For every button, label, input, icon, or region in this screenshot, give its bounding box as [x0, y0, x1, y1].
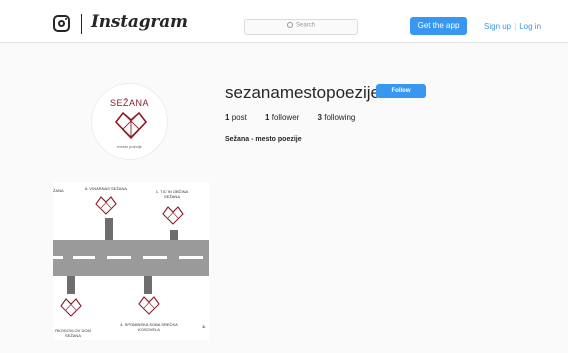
- search-placeholder: Search: [295, 22, 315, 29]
- search-input[interactable]: Search: [244, 19, 358, 35]
- avatar-subtitle: mesto poezije: [117, 144, 142, 149]
- followers-stat[interactable]: 1 follower: [265, 113, 299, 122]
- profile-avatar[interactable]: SEŽANA mesto poezije: [91, 83, 168, 160]
- road-stripe: [179, 256, 203, 259]
- heart-marker-icon: [138, 296, 160, 315]
- auth-divider: |: [514, 22, 517, 31]
- post-label: 4. SPOMINSKA SOBA SREČKA KOSOVELA: [120, 322, 178, 332]
- search-icon: [286, 22, 293, 28]
- profile-stats: 1 post 1 follower 3 following: [225, 113, 371, 122]
- login-link[interactable]: Log in: [519, 22, 541, 31]
- profile-full-name: Sežana - mesto poezije: [225, 136, 302, 143]
- post-label: 8. VINARNAS SEŽANA: [84, 186, 127, 191]
- get-the-app-button[interactable]: Get the app: [410, 17, 467, 35]
- logo-divider: [81, 14, 82, 34]
- heart-logo-icon: [114, 111, 148, 140]
- instagram-camera-icon[interactable]: [53, 15, 70, 32]
- road-stripe: [53, 256, 63, 259]
- post-label: ŽANA: [53, 188, 64, 193]
- signup-link[interactable]: Sign up: [484, 22, 511, 31]
- road-stripe: [143, 256, 167, 259]
- profile-username: sezanamestopoezije: [225, 83, 380, 102]
- heart-marker-icon: [162, 206, 184, 225]
- instagram-wordmark[interactable]: Instagram: [91, 12, 188, 32]
- post-label: 1. TIC IN OBČINA SEŽANA: [155, 189, 189, 199]
- road-pillar: [144, 276, 152, 294]
- post-label: RKOSOVLOV DOM SEŽANA: [55, 328, 91, 338]
- post-thumbnail[interactable]: ŽANA 8. VINARNAS SEŽANA 1. TIC IN OBČINA…: [53, 182, 209, 340]
- road-stripe: [107, 256, 131, 259]
- following-stat[interactable]: 3 following: [318, 113, 356, 122]
- road-pillar: [105, 218, 113, 242]
- auth-links: Sign up | Log in: [484, 22, 541, 31]
- top-navigation-bar: Instagram Search Get the app Sign up | Log…: [0, 0, 568, 43]
- follow-button[interactable]: Follow: [376, 84, 426, 98]
- post-label: 3.: [202, 324, 206, 329]
- road-pillar: [67, 276, 75, 294]
- road-stripe: [73, 256, 95, 259]
- heart-marker-icon: [95, 196, 117, 215]
- posts-stat: 1 post: [225, 113, 247, 122]
- heart-marker-icon: [60, 298, 82, 317]
